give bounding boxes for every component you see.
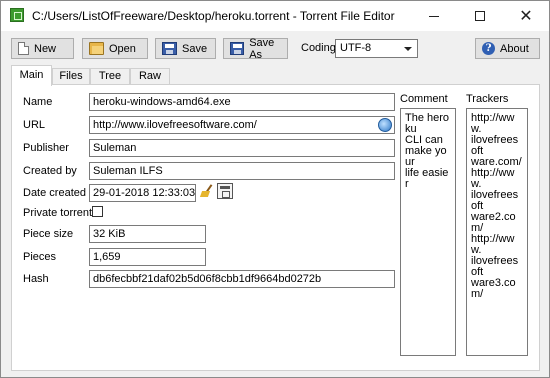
open-button-label: Open [109,42,136,55]
comment-textarea[interactable]: The heroku CLI can make your life easier [400,108,456,356]
private-torrent-label: Private torrent [23,207,93,219]
new-button[interactable]: New [11,38,74,59]
name-label: Name [23,96,53,108]
save-button-label: Save [182,42,208,55]
main-window: C:/Users/ListOfFreeware/Desktop/heroku.t… [0,0,550,378]
url-field[interactable]: http://www.ilovefreesoftware.com/ [89,116,395,134]
tab-tree[interactable]: Tree [90,68,130,85]
save-as-button-label: Save As [249,36,275,61]
coding-select[interactable]: UTF-8 [335,39,418,58]
tracker-line: ilovefreesoft [471,189,519,212]
new-button-label: New [34,42,57,55]
date-created-label: Date created [23,187,86,199]
calendar-icon[interactable] [217,183,233,199]
tab-files[interactable]: Files [52,68,90,85]
broom-icon[interactable] [200,184,214,198]
folder-icon [89,42,104,55]
chevron-down-icon [404,47,412,51]
coding-label: Coding [301,42,336,54]
hash-label: Hash [23,273,49,285]
tracker-line: http://www. [471,167,515,190]
publisher-label: Publisher [23,142,69,154]
window-title: C:/Users/ListOfFreeware/Desktop/heroku.t… [32,9,395,23]
comment-line: The heroku [405,112,450,135]
tracker-line: http://www. [471,233,515,256]
piece-size-field[interactable]: 32 KiB [89,225,206,243]
tracker-line: ware3.com/ [471,277,516,300]
minimize-button[interactable] [411,1,457,31]
comment-line: life easier [405,167,449,190]
publisher-field[interactable]: Suleman [89,139,395,157]
tracker-line: ware2.com/ [471,211,516,234]
name-field[interactable]: heroku-windows-amd64.exe [89,93,395,111]
comment-line: make your [405,145,447,168]
pieces-label: Pieces [23,251,57,263]
tracker-line: ilovefreesoft [471,255,519,278]
about-button[interactable]: ? About [475,38,540,59]
save-as-button[interactable]: Save As [223,36,288,61]
maximize-button[interactable] [457,1,503,31]
about-button-label: About [500,42,529,55]
private-torrent-checkbox[interactable] [92,206,103,217]
close-icon: ✕ [519,6,533,25]
url-label: URL [23,119,46,131]
globe-icon[interactable] [378,118,392,132]
tracker-line: http://www. [471,112,515,135]
trackers-header: Trackers [466,93,509,105]
open-button[interactable]: Open [82,38,148,59]
piece-size-label: Piece size [23,228,74,240]
pieces-field[interactable]: 1,659 [89,248,206,266]
date-created-field[interactable]: 29-01-2018 12:33:03 [89,184,196,202]
minimize-icon [429,15,439,17]
coding-select-value: UTF-8 [340,42,372,54]
help-icon: ? [482,42,495,55]
floppy-disk-icon [230,42,245,55]
tab-main[interactable]: Main [11,65,52,86]
created-by-field[interactable]: Suleman ILFS [89,162,395,180]
save-button[interactable]: Save [155,38,216,59]
hash-field[interactable]: db6fecbbf21daf02b5d06f8cbb1df9664bd0272b [89,270,395,288]
url-value: http://www.ilovefreesoftware.com/ [93,119,257,131]
main-panel: Name heroku-windows-amd64.exe URL http:/… [11,84,540,371]
close-button[interactable]: ✕ [503,1,549,31]
floppy-disk-icon [162,42,177,55]
app-icon [10,8,24,22]
title-bar: C:/Users/ListOfFreeware/Desktop/heroku.t… [1,1,549,31]
maximize-icon [475,11,485,21]
new-document-icon [18,42,29,55]
trackers-textarea[interactable]: http://www. ilovefreesoft ware.com/ http… [466,108,528,356]
created-by-label: Created by [23,165,77,177]
tracker-line: ilovefreesoft [471,134,519,157]
comment-header: Comment [400,93,448,105]
tab-raw[interactable]: Raw [130,68,170,85]
